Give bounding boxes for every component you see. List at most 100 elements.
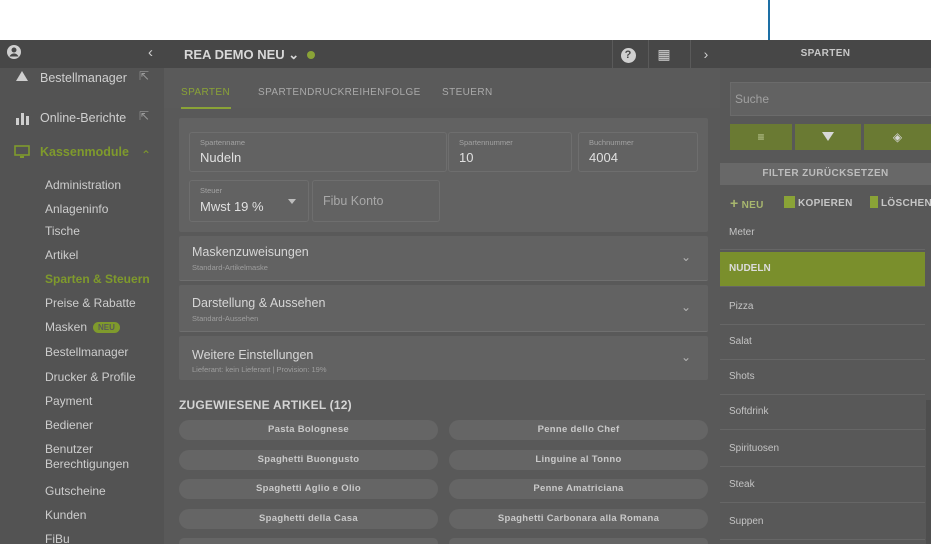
field-value: Nudeln bbox=[200, 150, 242, 165]
submenu-bestellmanager[interactable]: Bestellmanager bbox=[45, 345, 128, 359]
sparte-form-card: Spartenname Nudeln Spartennummer 10 Buch… bbox=[179, 118, 708, 232]
filter-reset-button[interactable]: FILTER ZURÜCKSETZEN bbox=[720, 163, 931, 185]
assigned-article-chip[interactable]: Penne Amatriciana bbox=[449, 479, 708, 499]
sidebar-item-bestellmanager[interactable]: Bestellmanager ⇱ bbox=[0, 68, 164, 86]
assigned-articles-heading: ZUGEWIESENE ARTIKEL (12) bbox=[179, 398, 352, 412]
submenu-sparten-steuern[interactable]: Sparten & Steuern bbox=[45, 272, 150, 286]
chevron-right-icon: › bbox=[703, 46, 709, 62]
external-link-icon: ⇱ bbox=[139, 69, 150, 83]
submenu-anlageninfo[interactable]: Anlageninfo bbox=[45, 202, 108, 216]
submenu-bediener[interactable]: Bediener bbox=[45, 418, 93, 432]
list-item[interactable]: Steak bbox=[720, 468, 925, 503]
copy-icon bbox=[784, 196, 795, 208]
sidebar-item-label: Kassenmodule bbox=[40, 145, 129, 159]
sidebar-item-kassenmodule[interactable]: Kassenmodule ⌃ bbox=[0, 140, 164, 164]
spartennummer-field[interactable]: Spartennummer 10 bbox=[448, 132, 572, 172]
company-selector[interactable]: REA DEMO NEU ⌄ bbox=[184, 47, 315, 63]
calculator-button[interactable]: ▦ bbox=[648, 40, 679, 68]
top-header: REA DEMO NEU ⌄ ? ▦ › bbox=[164, 40, 720, 68]
chevron-up-icon: ⌃ bbox=[141, 148, 152, 162]
tab-spartendruckreihenfolge[interactable]: SPARTENDRUCKREIHENFOLGE bbox=[258, 87, 421, 98]
submenu-administration[interactable]: Administration bbox=[45, 178, 121, 192]
assigned-article-chip[interactable]: Spaghetti della Casa bbox=[179, 509, 438, 529]
field-label: Spartennummer bbox=[459, 138, 513, 147]
steuer-select[interactable]: Steuer Mwst 19 % bbox=[189, 180, 309, 222]
bell-icon bbox=[16, 71, 28, 81]
sort-icon: ≡ bbox=[757, 130, 765, 144]
field-placeholder: Fibu Konto bbox=[323, 194, 384, 208]
active-tab-indicator bbox=[181, 107, 231, 109]
list-item-selected[interactable]: NUDELN bbox=[720, 252, 925, 287]
submenu-gutscheine[interactable]: Gutscheine bbox=[45, 484, 106, 498]
submenu-artikel[interactable]: Artikel bbox=[45, 248, 78, 262]
submenu-benutzer-berechtigungen[interactable]: Benutzer Berechtigungen bbox=[45, 442, 145, 472]
accordion-weitere-einstellungen[interactable]: Weitere Einstellungen Lieferant: kein Li… bbox=[179, 336, 708, 380]
sidebar-item-label: Bestellmanager bbox=[40, 71, 127, 85]
assigned-article-chip[interactable]: Pasta Bolognese bbox=[179, 420, 438, 440]
new-label: NEU bbox=[741, 200, 764, 211]
new-button[interactable]: + NEU bbox=[730, 195, 764, 211]
chevron-down-icon: ⌄ bbox=[681, 350, 692, 364]
submenu-masken[interactable]: Masken NEU bbox=[45, 320, 120, 334]
search-input[interactable]: Suche bbox=[730, 82, 931, 116]
field-label: Buchnummer bbox=[589, 138, 634, 147]
list-item[interactable]: Spirituosen bbox=[720, 432, 925, 467]
assigned-article-chip[interactable]: Spaghetti Carbonara alla Romana bbox=[449, 509, 708, 529]
field-value: 4004 bbox=[589, 150, 618, 165]
sidebar-item-label: Online-Berichte bbox=[40, 111, 127, 125]
list-item[interactable]: Softdrink bbox=[720, 395, 925, 430]
list-item[interactable]: Shots bbox=[720, 360, 925, 395]
assigned-article-chip[interactable]: Spaghetti Aglio e Olio bbox=[179, 479, 438, 499]
accordion-subtitle: Standard-Artikelmaske bbox=[192, 263, 268, 272]
list-item[interactable]: Salat bbox=[720, 325, 925, 360]
fibu-konto-field[interactable]: Fibu Konto bbox=[312, 180, 440, 222]
assigned-article-chip[interactable]: Penne dello Chef bbox=[449, 420, 708, 440]
delete-button[interactable]: LÖSCHEN bbox=[870, 196, 931, 209]
accordion-darstellung[interactable]: Darstellung & Aussehen Standard-Aussehen… bbox=[179, 285, 708, 332]
status-dot-icon bbox=[306, 51, 315, 59]
scrollbar-thumb[interactable] bbox=[926, 400, 931, 544]
tab-sparten[interactable]: SPARTEN bbox=[181, 87, 230, 98]
submenu-kunden[interactable]: Kunden bbox=[45, 508, 86, 522]
sidebar-top-bar: ‹ bbox=[0, 40, 164, 68]
collapse-sidebar-icon[interactable]: ‹ bbox=[148, 44, 153, 61]
assigned-article-chip-partial[interactable] bbox=[449, 538, 708, 544]
company-name: REA DEMO NEU ⌄ bbox=[184, 47, 300, 62]
submenu-tische[interactable]: Tische bbox=[45, 224, 80, 238]
spartenname-field[interactable]: Spartenname Nudeln bbox=[189, 132, 447, 172]
list-item[interactable]: Suppen bbox=[720, 505, 925, 540]
list-item[interactable]: Meter bbox=[720, 216, 925, 250]
submenu-fibu[interactable]: FiBu bbox=[45, 532, 70, 544]
trash-icon bbox=[870, 196, 878, 208]
bar-chart-icon bbox=[16, 111, 30, 125]
submenu-preise-rabatte[interactable]: Preise & Rabatte bbox=[45, 296, 136, 310]
layers-button[interactable]: ◈ bbox=[864, 124, 931, 150]
tab-steuern[interactable]: STEUERN bbox=[442, 87, 493, 98]
list-item[interactable]: Pizza bbox=[720, 290, 925, 325]
filter-icon bbox=[822, 132, 834, 142]
external-link-icon: ⇱ bbox=[139, 109, 150, 123]
help-button[interactable]: ? bbox=[612, 40, 643, 68]
sort-button[interactable]: ≡ bbox=[730, 124, 792, 150]
filter-button[interactable] bbox=[795, 124, 861, 150]
next-button[interactable]: › bbox=[690, 40, 721, 68]
sidebar-item-online-berichte[interactable]: Online-Berichte ⇱ bbox=[0, 106, 164, 130]
accordion-maskenzuweisungen[interactable]: Maskenzuweisungen Standard-Artikelmaske … bbox=[179, 236, 708, 281]
field-label: Spartenname bbox=[200, 138, 246, 147]
chevron-down-icon: ⌄ bbox=[681, 300, 692, 314]
assigned-article-chip[interactable]: Spaghetti Buongusto bbox=[179, 450, 438, 470]
field-value: 10 bbox=[459, 150, 474, 165]
assigned-article-chip-partial[interactable] bbox=[179, 538, 438, 544]
accordion-title: Maskenzuweisungen bbox=[192, 245, 309, 259]
copy-button[interactable]: KOPIEREN bbox=[784, 196, 853, 209]
submenu-drucker-profile[interactable]: Drucker & Profile bbox=[45, 370, 136, 384]
new-badge: NEU bbox=[93, 322, 120, 334]
field-value: Mwst 19 % bbox=[200, 199, 264, 214]
submenu-label: Masken bbox=[45, 320, 88, 334]
buchnummer-field[interactable]: Buchnummer 4004 bbox=[578, 132, 698, 172]
delete-label: LÖSCHEN bbox=[881, 198, 931, 209]
user-icon[interactable] bbox=[6, 44, 22, 60]
assigned-article-chip[interactable]: Linguine al Tonno bbox=[449, 450, 708, 470]
help-icon: ? bbox=[620, 47, 636, 63]
submenu-payment[interactable]: Payment bbox=[45, 394, 92, 408]
